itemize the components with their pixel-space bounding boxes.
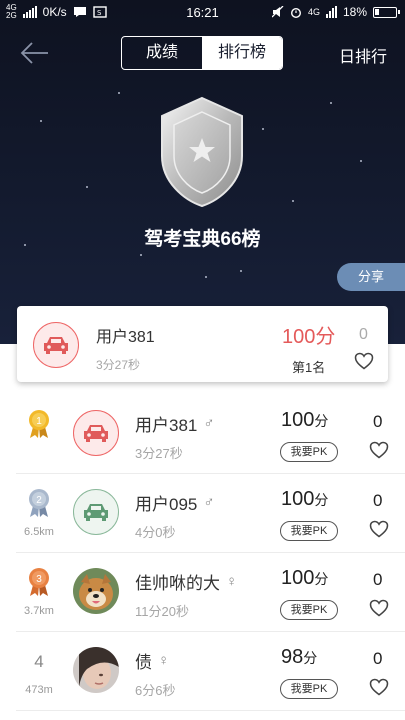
- male-icon: ♂: [203, 494, 215, 511]
- male-icon: ♂: [203, 415, 215, 432]
- user-name: 佳帅咻的大: [135, 574, 220, 593]
- avatar: [73, 647, 119, 693]
- alarm-icon: [290, 8, 301, 18]
- distance: 3.7km: [24, 605, 54, 617]
- list-item[interactable]: 3 3.7km 佳帅咻的大 ♀ 11分20秒 100分 我要PK 0: [16, 553, 405, 632]
- battery-icon: [373, 6, 400, 18]
- car-icon: [84, 425, 108, 442]
- avatar: [33, 322, 79, 368]
- portrait-photo-icon: [73, 647, 119, 693]
- status-bar: 4G 2G 0K/s S 16:21 4G 18%: [0, 0, 405, 26]
- list-item[interactable]: 1 用户381 ♂ 3分27秒 100分 我要PK 0: [16, 395, 405, 474]
- heart-icon[interactable]: [354, 352, 374, 370]
- back-arrow-icon[interactable]: [18, 38, 52, 68]
- user-score: 100分: [281, 409, 329, 431]
- female-icon: ♀: [226, 573, 238, 590]
- user-name: 用户095: [135, 495, 198, 514]
- dog-photo-icon: [73, 568, 119, 614]
- silver-medal-icon: 2: [24, 488, 54, 523]
- shield-badge-icon: [161, 96, 243, 208]
- signal-icon-right: [325, 6, 337, 18]
- user-time: 4分0秒: [135, 525, 176, 540]
- heart-icon[interactable]: [369, 678, 389, 696]
- avatar: [73, 410, 119, 456]
- svg-text:2: 2: [36, 495, 42, 506]
- pk-button[interactable]: 我要PK: [280, 600, 338, 620]
- distance: 473m: [25, 684, 53, 696]
- list-item[interactable]: 4 473m 债 ♀ 6分6秒 98分 我要PK 0: [16, 632, 405, 711]
- bronze-medal-icon: 3: [24, 567, 54, 602]
- my-score: 100分: [282, 326, 336, 348]
- daily-ranking-button[interactable]: 日排行: [339, 43, 387, 67]
- user-name: 债: [135, 653, 152, 672]
- my-like-count: 0: [359, 326, 368, 343]
- heart-icon[interactable]: [369, 599, 389, 617]
- pk-button[interactable]: 我要PK: [280, 521, 338, 541]
- avatar: [73, 489, 119, 535]
- ranking-title: 驾考宝典66榜: [144, 229, 261, 250]
- my-position: 第1名: [292, 360, 326, 375]
- heart-icon[interactable]: [369, 441, 389, 459]
- user-time: 11分20秒: [135, 604, 189, 619]
- like-count: 0: [373, 412, 383, 431]
- mute-icon: [271, 6, 284, 18]
- my-time: 3分27秒: [96, 358, 141, 372]
- ranking-list: 1 用户381 ♂ 3分27秒 100分 我要PK 0 2 6.5km 用户09…: [0, 395, 405, 711]
- like-count: 0: [373, 491, 383, 510]
- share-button[interactable]: 分享: [337, 263, 405, 291]
- gold-medal-icon: 1: [24, 409, 54, 444]
- user-time: 3分27秒: [135, 446, 183, 461]
- avatar: [73, 568, 119, 614]
- heart-icon[interactable]: [369, 520, 389, 538]
- like-count: 0: [373, 649, 383, 668]
- svg-text:1: 1: [36, 416, 42, 427]
- distance: 6.5km: [24, 526, 54, 538]
- female-icon: ♀: [158, 652, 170, 669]
- segmented-tabs: 成绩 排行榜: [121, 36, 283, 70]
- rank-number: 4: [34, 652, 44, 671]
- like-count: 0: [373, 570, 383, 589]
- my-name: 用户381: [96, 329, 155, 346]
- car-icon: [44, 337, 68, 354]
- list-item[interactable]: 2 6.5km 用户095 ♂ 4分0秒 100分 我要PK 0: [16, 474, 405, 553]
- battery-percent: 18%: [342, 5, 367, 19]
- user-score: 100分: [281, 567, 329, 589]
- svg-text:3: 3: [36, 574, 42, 585]
- network-label-right: 4G: [307, 7, 320, 17]
- tab-ranking[interactable]: 排行榜: [202, 37, 282, 69]
- car-icon: [84, 504, 108, 521]
- pk-button[interactable]: 我要PK: [280, 679, 338, 699]
- user-name: 用户381: [135, 416, 198, 435]
- hero-header: 4G 2G 0K/s S 16:21 4G 18% 成绩 排行榜 日排行 驾考宝…: [0, 0, 405, 344]
- my-rank-card: 用户381 3分27秒 100分 第1名 0: [17, 306, 388, 382]
- user-score: 98分: [281, 646, 318, 668]
- pk-button[interactable]: 我要PK: [280, 442, 338, 462]
- user-score: 100分: [281, 488, 329, 510]
- tab-scores[interactable]: 成绩: [122, 37, 202, 69]
- user-time: 6分6秒: [135, 683, 176, 698]
